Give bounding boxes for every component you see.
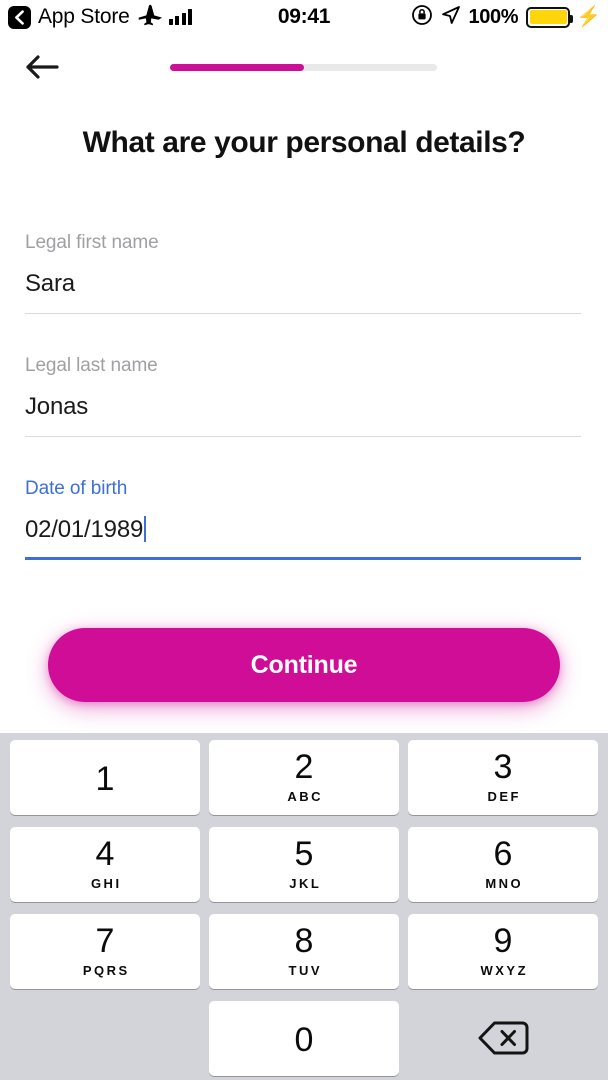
key-letters: GHI — [90, 876, 122, 891]
field-value-legal-first-name[interactable]: Sara — [25, 270, 581, 314]
key-number: 6 — [493, 835, 513, 873]
lightning-bolt-icon: ⚡ — [576, 6, 601, 28]
text-cursor — [144, 516, 147, 542]
key-letters: DEF — [487, 789, 521, 804]
field-label-date-of-birth: Date of birth — [25, 478, 128, 499]
keypad-row-2: 4 GHI 5 JKL 6 MNO — [0, 827, 608, 902]
key-0[interactable]: 0 — [209, 1001, 399, 1076]
key-number: 9 — [493, 922, 513, 960]
back-button[interactable] — [22, 49, 62, 89]
status-bar: App Store 09:41 100% ⚡ — [0, 0, 608, 34]
key-letters: MNO — [485, 876, 524, 891]
personal-details-form: Legal first name Sara Legal last name Jo… — [25, 232, 581, 560]
key-7[interactable]: 7 PQRS — [10, 914, 200, 989]
key-letters: PQRS — [82, 963, 130, 978]
keypad-row-3: 7 PQRS 8 TUV 9 WXYZ — [0, 914, 608, 989]
key-letters: JKL — [289, 876, 322, 891]
field-label-legal-last-name: Legal last name — [25, 355, 158, 376]
key-number: 7 — [95, 922, 115, 960]
key-letters: WXYZ — [480, 963, 529, 978]
key-8[interactable]: 8 TUV — [209, 914, 399, 989]
field-value-legal-last-name[interactable]: Jonas — [25, 393, 581, 437]
page-title: What are your personal details? — [82, 126, 526, 159]
keypad-spacer-left — [10, 1001, 200, 1076]
battery-percent-label: 100% — [468, 5, 519, 28]
progress-bar-fill — [170, 64, 304, 71]
key-number: 5 — [294, 835, 314, 873]
key-letters: TUV — [288, 963, 322, 978]
key-3[interactable]: 3 DEF — [408, 740, 598, 815]
key-1[interactable]: 1 — [10, 740, 200, 815]
key-backspace[interactable] — [408, 1001, 598, 1076]
numeric-keypad: 1 2 ABC 3 DEF 4 GHI 5 JKL 6 MNO 7 PQRS 8… — [0, 733, 608, 1080]
field-underline — [25, 313, 581, 314]
key-6[interactable]: 6 MNO — [408, 827, 598, 902]
rotation-lock-icon — [411, 4, 433, 31]
key-number: 0 — [294, 1020, 314, 1059]
key-2[interactable]: 2 ABC — [209, 740, 399, 815]
arrow-left-icon — [25, 54, 59, 85]
field-legal-first-name[interactable]: Legal first name Sara — [25, 232, 581, 314]
keypad-row-4: 0 — [0, 1001, 608, 1076]
date-of-birth-text: 02/01/1989 — [25, 516, 144, 543]
key-letters: ABC — [287, 789, 324, 804]
onboarding-progress-bar — [170, 64, 437, 71]
phone-screen: App Store 09:41 100% ⚡ What are your per… — [0, 0, 608, 1080]
key-number: 2 — [294, 748, 314, 786]
backspace-delete-icon — [477, 1019, 529, 1060]
battery-full-icon — [526, 6, 574, 28]
key-4[interactable]: 4 GHI — [10, 827, 200, 902]
field-label-legal-first-name: Legal first name — [25, 232, 159, 253]
field-legal-last-name[interactable]: Legal last name Jonas — [25, 355, 581, 437]
continue-button[interactable]: Continue — [48, 628, 560, 702]
field-underline-focused — [25, 557, 581, 560]
field-underline — [25, 436, 581, 437]
status-bar-right-group: 100% ⚡ — [411, 0, 601, 34]
key-number: 8 — [294, 922, 314, 960]
field-date-of-birth[interactable]: Date of birth 02/01/1989 — [25, 478, 581, 560]
key-5[interactable]: 5 JKL — [209, 827, 399, 902]
navigation-row — [0, 46, 608, 92]
key-number: 4 — [95, 835, 115, 873]
location-arrow-icon — [441, 5, 461, 30]
keypad-row-1: 1 2 ABC 3 DEF — [0, 740, 608, 815]
key-9[interactable]: 9 WXYZ — [408, 914, 598, 989]
key-number: 3 — [493, 748, 513, 786]
field-value-date-of-birth[interactable]: 02/01/1989 — [25, 516, 581, 560]
key-number: 1 — [95, 759, 115, 798]
